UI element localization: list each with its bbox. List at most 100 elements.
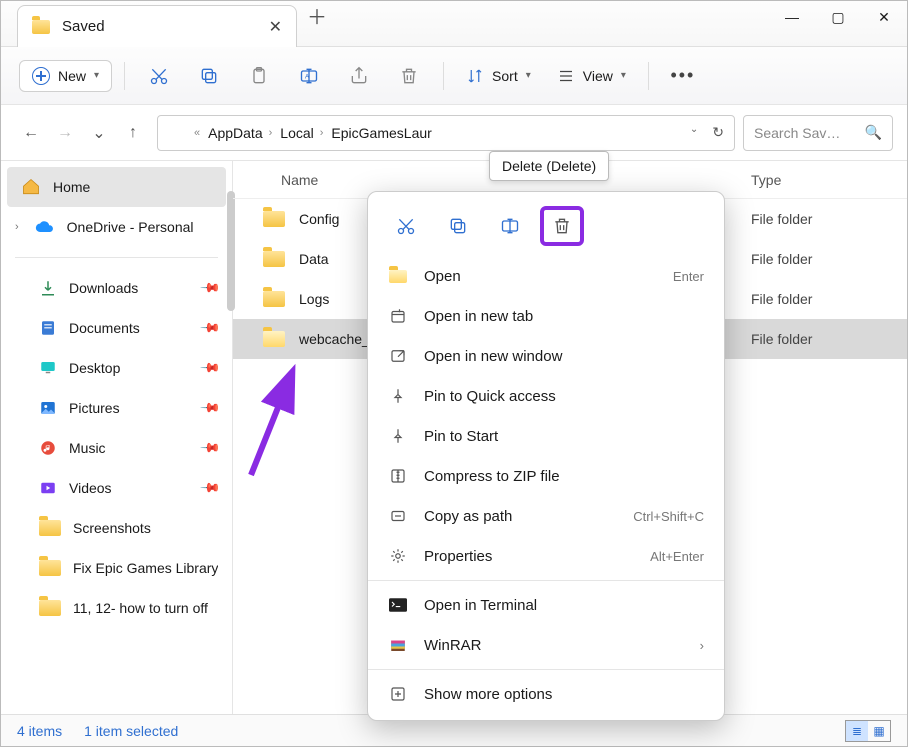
- pin-icon: [388, 427, 408, 445]
- view-button[interactable]: View ▾: [547, 61, 636, 91]
- svg-text:A: A: [305, 73, 310, 80]
- ctx-pin-start[interactable]: Pin to Start: [368, 416, 724, 456]
- paste-button[interactable]: [237, 56, 281, 96]
- expand-icon[interactable]: ›: [15, 221, 19, 233]
- sidebar-fix-epic[interactable]: Fix Epic Games Library: [1, 548, 232, 588]
- column-type[interactable]: Type: [733, 172, 907, 188]
- chevron-down-icon[interactable]: ⌄: [690, 124, 698, 141]
- nav-buttons: ← → ⌄ ↑: [15, 117, 149, 149]
- ctx-winrar[interactable]: WinRAR›: [368, 625, 724, 665]
- ctx-cut-button[interactable]: [384, 206, 428, 246]
- path-icon: [388, 507, 408, 525]
- sidebar-home[interactable]: Home: [7, 167, 226, 207]
- maximize-button[interactable]: ▢: [815, 1, 861, 33]
- ctx-delete-button[interactable]: [540, 206, 584, 246]
- new-tab-button[interactable]: ＋: [297, 1, 337, 30]
- forward-button[interactable]: →: [49, 117, 81, 149]
- folder-icon: [39, 520, 61, 536]
- selected-count: 1 item selected: [84, 723, 178, 739]
- recent-locations-button[interactable]: ⌄: [83, 117, 115, 149]
- breadcrumb-epicgames[interactable]: EpicGamesLaur: [331, 125, 431, 141]
- new-label: New: [58, 68, 86, 84]
- ctx-properties[interactable]: PropertiesAlt+Enter: [368, 536, 724, 576]
- folder-icon: [263, 251, 285, 267]
- pin-icon: [388, 387, 408, 405]
- chevron-down-icon: ▾: [526, 70, 531, 81]
- sidebar-videos[interactable]: Videos📌: [1, 468, 232, 508]
- music-icon: [39, 439, 57, 457]
- copy-button[interactable]: [187, 56, 231, 96]
- sidebar-desktop[interactable]: Desktop📌: [1, 348, 232, 388]
- desktop-icon: [39, 359, 57, 377]
- tab-title: Saved: [62, 18, 257, 35]
- share-button[interactable]: [337, 56, 381, 96]
- back-button[interactable]: ←: [15, 117, 47, 149]
- separator: [124, 62, 125, 90]
- minimize-button[interactable]: —: [769, 1, 815, 33]
- zip-icon: [388, 467, 408, 485]
- delete-button[interactable]: [387, 56, 431, 96]
- tooltip-delete: Delete (Delete): [489, 151, 609, 181]
- ctx-open-new-tab[interactable]: Open in new tab: [368, 296, 724, 336]
- search-placeholder: Search Sav…: [754, 125, 840, 141]
- ctx-open[interactable]: OpenEnter: [368, 256, 724, 296]
- sort-icon: [466, 67, 484, 85]
- ctx-open-new-window[interactable]: Open in new window: [368, 336, 724, 376]
- tab-icon: [388, 307, 408, 325]
- folder-icon: [263, 291, 285, 307]
- address-actions: ⌄ ↻: [690, 124, 724, 141]
- ctx-show-more[interactable]: Show more options: [368, 674, 724, 714]
- new-button[interactable]: New ▾: [19, 60, 112, 92]
- close-window-button[interactable]: ✕: [861, 1, 907, 33]
- context-menu: OpenEnter Open in new tab Open in new wi…: [367, 191, 725, 721]
- sidebar-music[interactable]: Music📌: [1, 428, 232, 468]
- ctx-open-terminal[interactable]: Open in Terminal: [368, 585, 724, 625]
- sort-label: Sort: [492, 68, 518, 84]
- folder-icon: [263, 211, 285, 227]
- chevron-down-icon: ▾: [94, 70, 99, 81]
- folder-icon: [32, 20, 50, 34]
- download-icon: [39, 279, 57, 297]
- cut-button[interactable]: [137, 56, 181, 96]
- winrar-icon: [388, 636, 408, 654]
- ellipsis-icon: •••: [670, 65, 695, 86]
- separator: [15, 257, 218, 258]
- column-name[interactable]: Name: [233, 172, 733, 188]
- rename-button[interactable]: A: [287, 56, 331, 96]
- view-icon: [557, 67, 575, 85]
- sidebar-pictures[interactable]: Pictures📌: [1, 388, 232, 428]
- breadcrumb-local[interactable]: Local›: [280, 125, 323, 141]
- close-tab-icon[interactable]: ✕: [269, 17, 282, 37]
- pin-icon: 📌: [199, 397, 222, 420]
- ctx-rename-button[interactable]: [488, 206, 532, 246]
- ctx-copy-button[interactable]: [436, 206, 480, 246]
- sort-button[interactable]: Sort ▾: [456, 61, 541, 91]
- sidebar-screenshots[interactable]: Screenshots: [1, 508, 232, 548]
- document-icon: [39, 319, 57, 337]
- sidebar-11-12[interactable]: 11, 12- how to turn off: [1, 588, 232, 628]
- properties-icon: [388, 547, 408, 565]
- view-toggle: ≣ ▦: [845, 720, 891, 742]
- more-icon: [388, 685, 408, 703]
- ctx-compress-zip[interactable]: Compress to ZIP file: [368, 456, 724, 496]
- window-icon: [388, 347, 408, 365]
- ctx-pin-quick[interactable]: Pin to Quick access: [368, 376, 724, 416]
- tab-saved[interactable]: Saved ✕: [17, 5, 297, 47]
- more-button[interactable]: •••: [661, 56, 705, 96]
- folder-icon: [388, 270, 408, 283]
- separator: [368, 580, 724, 581]
- up-button[interactable]: ↑: [117, 117, 149, 149]
- breadcrumb-appdata[interactable]: AppData›: [208, 125, 272, 141]
- sidebar-onedrive[interactable]: › OneDrive - Personal: [1, 207, 232, 247]
- address-bar[interactable]: « AppData› Local› EpicGamesLaur ⌄ ↻: [157, 115, 735, 151]
- chevron-right-icon: ›: [700, 638, 704, 653]
- thumbnails-view-button[interactable]: ▦: [868, 721, 890, 741]
- search-box[interactable]: Search Sav… 🔍: [743, 115, 893, 151]
- sidebar-documents[interactable]: Documents📌: [1, 308, 232, 348]
- sidebar-downloads[interactable]: Downloads📌: [1, 268, 232, 308]
- ctx-copy-path[interactable]: Copy as pathCtrl+Shift+C: [368, 496, 724, 536]
- search-icon: 🔍: [865, 124, 882, 141]
- refresh-button[interactable]: ↻: [712, 124, 724, 141]
- breadcrumb-overflow[interactable]: «: [194, 127, 200, 139]
- details-view-button[interactable]: ≣: [846, 721, 868, 741]
